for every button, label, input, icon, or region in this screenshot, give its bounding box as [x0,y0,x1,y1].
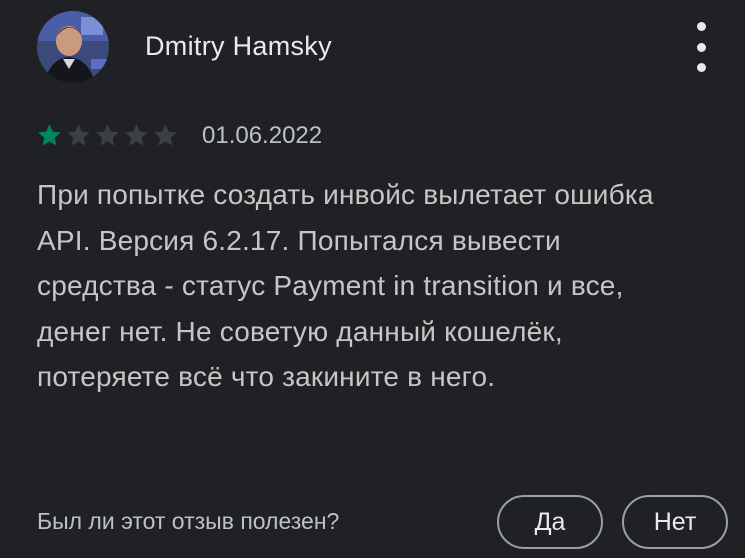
star-empty-icon [154,124,177,146]
more-vert-icon [696,22,706,31]
helpful-no-button[interactable]: Нет [622,495,728,549]
star-empty-icon [96,124,119,146]
helpful-question: Был ли этот отзыв полезен? [37,508,340,534]
star-empty-icon [67,124,90,146]
more-options-button[interactable] [688,22,714,72]
review-card: Dmitry Hamsky 01.06.2022 При попытке соз… [0,0,745,558]
avatar[interactable] [37,11,109,83]
author-name: Dmitry Hamsky [145,31,332,61]
review-text: При попытке создать инвойс вылетает ошиб… [37,179,654,392]
star-empty-icon [125,124,148,146]
helpful-yes-button[interactable]: Да [497,495,603,549]
star-rating [36,122,179,150]
review-date: 01.06.2022 [202,122,323,149]
star-filled-icon [38,124,61,146]
